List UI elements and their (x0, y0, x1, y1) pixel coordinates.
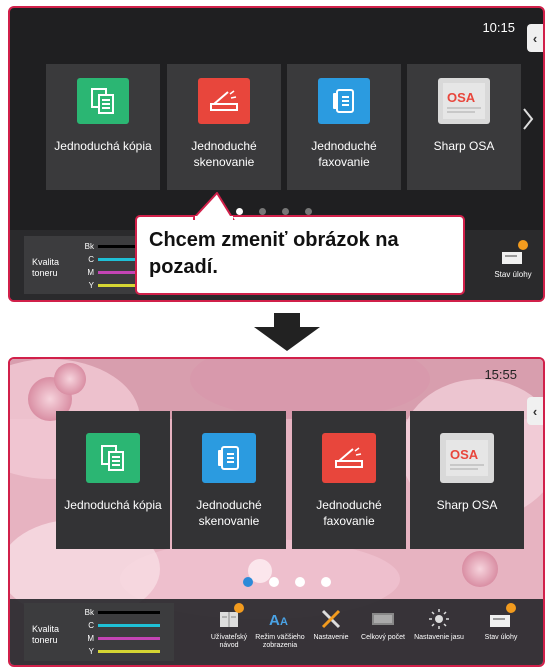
tile-simple-copy[interactable]: Jednoduchá kópia (56, 411, 170, 549)
brightness-setting-button[interactable]: Nastavenie jasu (414, 607, 464, 642)
settings-label: Nastavenie (313, 634, 349, 641)
chevron-left-icon: ‹ (532, 403, 538, 419)
job-status-button[interactable]: Stav úlohy (476, 603, 526, 642)
svg-text:OSA: OSA (450, 447, 479, 462)
callout-pointer (193, 192, 235, 220)
notification-badge (506, 603, 516, 613)
toner-title: Kvalita toneru (32, 624, 60, 645)
toner-bar-c (98, 624, 160, 627)
side-panel-toggle[interactable]: ‹ (527, 24, 543, 52)
toner-bar-y (98, 650, 160, 653)
page-dot[interactable] (305, 208, 312, 215)
toner-bar-m (98, 637, 160, 640)
settings-tools-icon (318, 607, 344, 631)
help-badge (234, 603, 244, 613)
toner-level-panel[interactable]: Kvalita toneru Bk C M Y (24, 236, 152, 294)
svg-text:A: A (269, 612, 280, 629)
callout-line: Chcem zmeniť obrázok na (149, 229, 399, 251)
toner-row-c: C (80, 621, 160, 630)
page-indicator (236, 208, 312, 215)
job-status-icon (500, 240, 528, 268)
tile-sharp-osa[interactable]: OSA Sharp OSA (407, 64, 521, 190)
page-dot[interactable] (236, 208, 243, 215)
job-status-label: Stav úlohy (494, 270, 532, 279)
status-bar: Kvalita toneru Bk C M Y Užívateľský návo… (10, 599, 543, 665)
page-dot[interactable] (269, 577, 279, 587)
tile-label: Jednoduché skenovanie (191, 139, 257, 169)
fax-icon (202, 433, 256, 483)
counter-icon (370, 607, 396, 631)
arrow-down-icon (254, 313, 320, 351)
page-dot[interactable] (259, 208, 266, 215)
brightness-icon (426, 607, 452, 631)
tile-label: Sharp OSA (433, 139, 495, 153)
tile-label: Jednoduché skenovanie (196, 498, 262, 528)
home-screen-after: 15:55 ‹ Jednoduchá kópia Jednoduché sken… (8, 357, 545, 667)
toner-row-y: Y (80, 647, 160, 656)
copy-icon (77, 78, 129, 124)
user-manual-label: Užívateľský návod (210, 634, 248, 649)
manual-icon (216, 603, 244, 631)
brightness-setting-label: Nastavenie jasu (414, 634, 464, 641)
large-display-mode-label: Režim väčšieho zobrazenia (255, 634, 305, 649)
page-dot[interactable] (295, 577, 305, 587)
page-dot[interactable] (243, 577, 253, 587)
page-dot[interactable] (282, 208, 289, 215)
clock: 10:15 (482, 20, 515, 35)
job-status-icon (488, 603, 516, 631)
settings-button[interactable]: Nastavenie (306, 607, 356, 642)
page-indicator (243, 577, 331, 587)
tile-simple-scan[interactable]: Jednoduché skenovanie (172, 411, 286, 549)
copy-icon (86, 433, 140, 483)
total-count-button[interactable]: Celkový počet (358, 607, 408, 642)
page-dot[interactable] (321, 577, 331, 587)
chevron-right-icon[interactable] (521, 106, 535, 132)
sharp-osa-icon: OSA (440, 433, 494, 483)
job-status-label: Stav úlohy (484, 634, 518, 641)
tile-label: Jednoduchá kópia (54, 139, 152, 153)
sharp-osa-icon: OSA (438, 78, 490, 124)
tile-label: Jednoduchá kópia (64, 498, 162, 512)
toner-bar-bk (98, 611, 160, 614)
svg-text:A: A (280, 616, 288, 628)
large-display-mode-button[interactable]: AA Režim väčšieho zobrazenia (255, 607, 305, 650)
toner-level-panel[interactable]: Kvalita toneru Bk C M Y (24, 603, 174, 661)
tile-label: Jednoduché faxovanie (311, 139, 377, 169)
tile-simple-scan[interactable]: Jednoduché skenovanie (167, 64, 281, 190)
total-count-label: Celkový počet (361, 634, 405, 641)
svg-text:OSA: OSA (447, 90, 476, 105)
tile-simple-copy[interactable]: Jednoduchá kópia (46, 64, 160, 190)
toner-title: Kvalita toneru (32, 257, 60, 278)
scan-icon (198, 78, 250, 124)
toner-row-bk: Bk (80, 608, 160, 617)
callout-line: pozadí. (149, 256, 218, 278)
tile-simple-fax[interactable]: Jednoduché faxovanie (287, 64, 401, 190)
tile-label: Sharp OSA (436, 498, 498, 512)
clock: 15:55 (484, 367, 517, 382)
callout-bubble: Chcem zmeniť obrázok na pozadí. (135, 215, 465, 295)
toner-row-m: M (80, 634, 160, 643)
notification-badge (518, 240, 528, 250)
job-status-button[interactable]: Stav úlohy (488, 240, 538, 279)
tile-label: Jednoduché faxovanie (316, 498, 382, 528)
tile-simple-fax[interactable]: Jednoduché faxovanie (292, 411, 406, 549)
user-manual-button[interactable]: Užívateľský návod (204, 603, 254, 650)
fax-icon (318, 78, 370, 124)
side-panel-toggle[interactable]: ‹ (527, 397, 543, 425)
chevron-left-icon: ‹ (532, 30, 538, 46)
large-text-icon: AA (267, 607, 293, 631)
tile-sharp-osa[interactable]: OSA Sharp OSA (410, 411, 524, 549)
scan-icon (322, 433, 376, 483)
